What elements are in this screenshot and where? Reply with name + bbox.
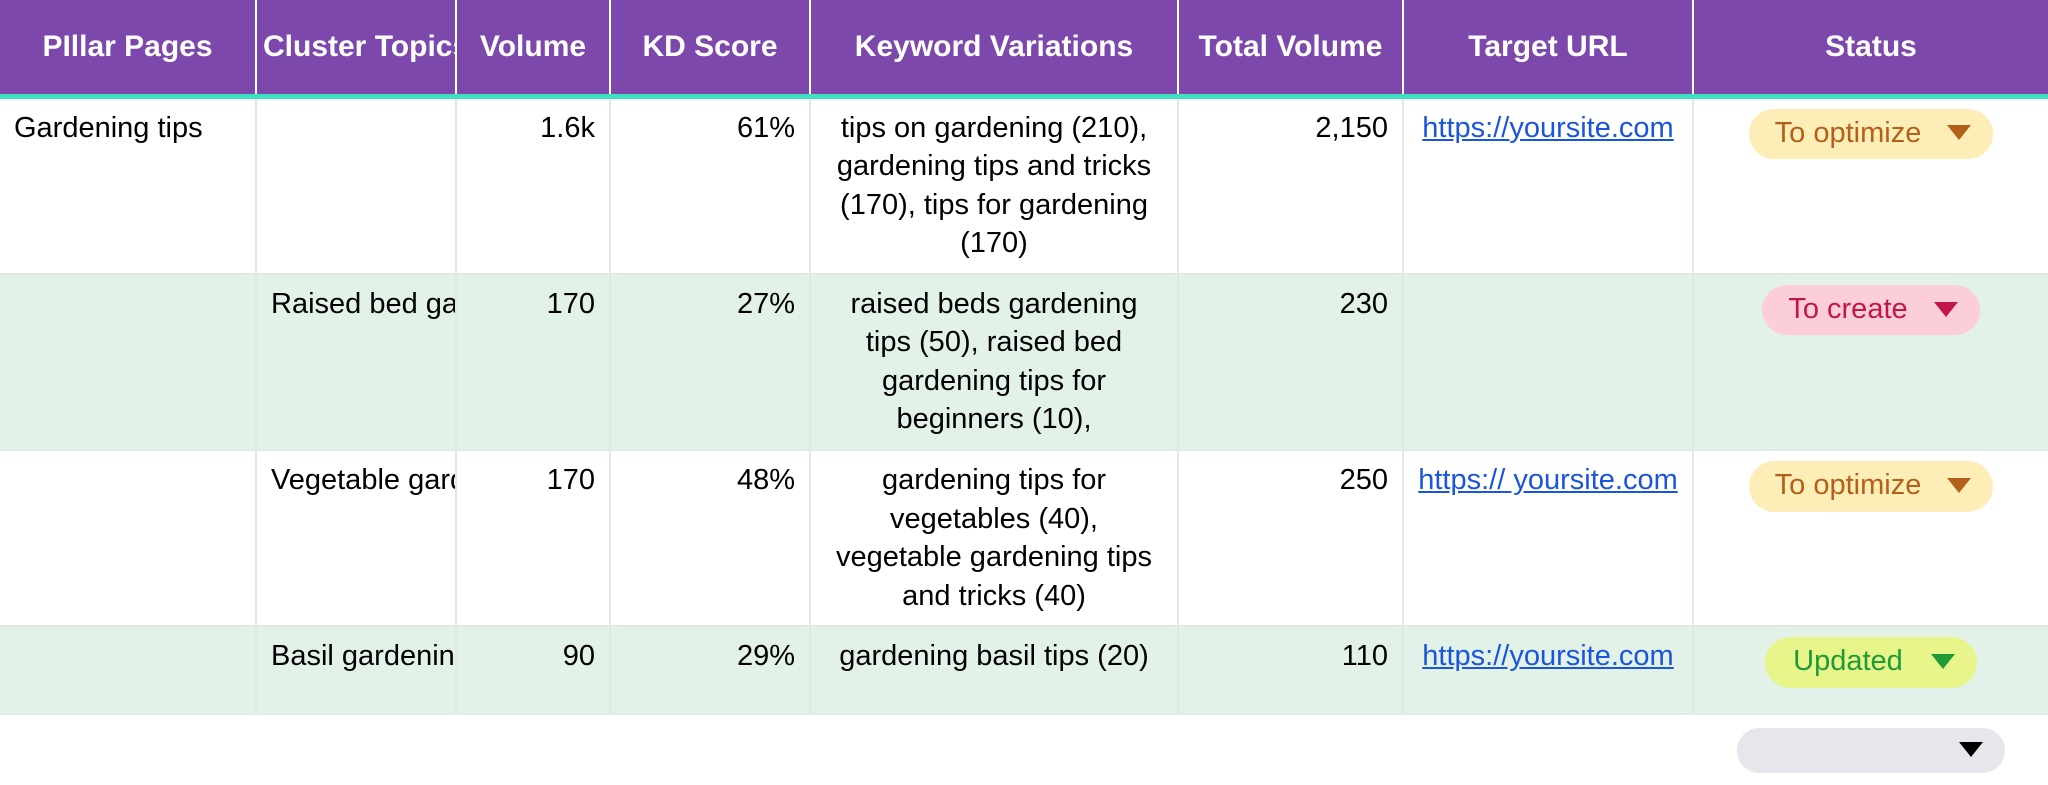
cell-target-url[interactable]: https://yoursite.com	[1403, 626, 1694, 716]
spreadsheet-container: PIllar Pages Cluster Topics Volume KD Sc…	[0, 0, 2048, 785]
status-badge[interactable]: To create	[1762, 284, 1980, 336]
cell-status[interactable]: To optimize	[1693, 96, 2048, 275]
cell-volume[interactable]: 170	[456, 273, 611, 452]
table-row: Gardening tips 1.6k 61% tips on gardenin…	[0, 96, 2048, 275]
status-badge[interactable]: To optimize	[1748, 108, 1994, 160]
cell-pillar-pages[interactable]	[0, 273, 257, 452]
table-row: Basil gardening t 90 29% gardening basil…	[0, 626, 2048, 716]
cell-total-volume[interactable]: 250	[1178, 450, 1404, 628]
table-row: Vegetable garden 170 48% gardening tips …	[0, 450, 2048, 628]
chevron-down-icon[interactable]	[1933, 301, 1958, 317]
target-url-link[interactable]: https:// yoursite.com	[1418, 461, 1678, 500]
cell-cluster-topics[interactable]: Raised bed garde	[256, 273, 457, 452]
header-row: PIllar Pages Cluster Topics Volume KD Sc…	[0, 0, 2048, 99]
cell-target-url[interactable]: https://yoursite.com	[1403, 96, 1694, 275]
cell-status[interactable]: To optimize	[1693, 450, 2048, 628]
cell-status[interactable]: Updated	[1693, 626, 2048, 716]
status-label: To create	[1788, 292, 1908, 325]
cell-target-url[interactable]: https:// yoursite.com	[1403, 450, 1694, 628]
status-badge[interactable]: Updated	[1765, 637, 1977, 688]
column-header-target-url[interactable]: Target URL	[1403, 0, 1694, 99]
table-body: Gardening tips 1.6k 61% tips on gardenin…	[0, 96, 2048, 785]
cell-pillar-pages[interactable]	[0, 626, 257, 716]
column-header-volume[interactable]: Volume	[456, 0, 611, 99]
cell-total-volume[interactable]: 230	[1178, 273, 1404, 452]
column-header-keyword-variations[interactable]: Keyword Variations	[810, 0, 1179, 99]
status-badge[interactable]: To optimize	[1748, 461, 1994, 512]
cell-total-volume[interactable]: 2,150	[1178, 96, 1404, 275]
cell-target-url[interactable]	[1403, 273, 1694, 452]
status-dropdown-empty[interactable]	[1736, 727, 2005, 773]
cell-kd-score[interactable]: 61%	[610, 96, 811, 275]
chevron-down-icon[interactable]	[1947, 125, 1972, 141]
cell-volume[interactable]: 90	[456, 626, 611, 716]
cell-cluster-topics[interactable]: Basil gardening t	[256, 626, 457, 716]
cell-keyword-variations[interactable]: gardening tips for vegetables (40), vege…	[810, 450, 1179, 628]
table-header: PIllar Pages Cluster Topics Volume KD Sc…	[0, 0, 2048, 99]
cell-kd-score[interactable]: 27%	[610, 273, 811, 452]
cell-cluster-topics[interactable]	[256, 96, 457, 275]
column-header-cluster-topics[interactable]: Cluster Topics	[256, 0, 457, 99]
column-header-status[interactable]: Status	[1693, 0, 2048, 99]
cell-pillar-pages[interactable]: Gardening tips	[0, 96, 257, 275]
column-header-total-volume[interactable]: Total Volume	[1178, 0, 1404, 99]
target-url-link[interactable]: https://yoursite.com	[1422, 637, 1673, 676]
column-header-kd-score[interactable]: KD Score	[610, 0, 811, 99]
cell-kd-score[interactable]: 48%	[610, 450, 811, 628]
keyword-cluster-table: PIllar Pages Cluster Topics Volume KD Sc…	[0, 0, 2048, 785]
chevron-down-icon[interactable]	[1958, 741, 1983, 757]
cell-pillar-pages[interactable]	[0, 450, 257, 628]
cell-cluster-topics[interactable]: Vegetable garden	[256, 450, 457, 628]
cell-keyword-variations[interactable]: gardening basil tips (20)	[810, 626, 1179, 716]
cell-volume[interactable]: 170	[456, 450, 611, 628]
cell-volume[interactable]: 1.6k	[456, 96, 611, 275]
cell-kd-score[interactable]: 29%	[610, 626, 811, 716]
cell-keyword-variations[interactable]: raised beds gardening tips (50), raised …	[810, 273, 1179, 452]
column-header-pillar-pages[interactable]: PIllar Pages	[0, 0, 257, 99]
target-url-link[interactable]: https://yoursite.com	[1422, 109, 1673, 148]
chevron-down-icon[interactable]	[1947, 477, 1972, 493]
target-url-container: https:// yoursite.com	[1418, 461, 1678, 500]
status-label: Updated	[1793, 645, 1903, 678]
table-row: Raised bed garde 170 27% raised beds gar…	[0, 273, 2048, 452]
cell-status[interactable]: To create	[1693, 273, 2048, 452]
cell-keyword-variations[interactable]: tips on gardening (210), gardening tips …	[810, 96, 1179, 275]
status-label: To optimize	[1774, 116, 1922, 149]
chevron-down-icon[interactable]	[1931, 654, 1955, 670]
status-label: To optimize	[1774, 469, 1922, 501]
cell-total-volume[interactable]: 110	[1178, 626, 1404, 716]
